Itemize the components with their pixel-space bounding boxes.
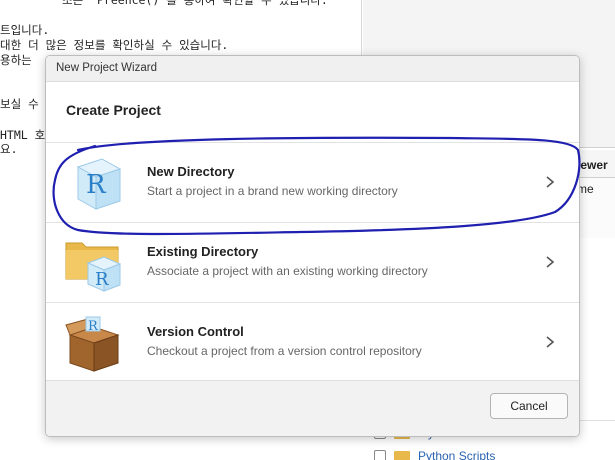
svg-text:R: R <box>95 269 109 290</box>
new-project-wizard-dialog: New Project Wizard Create Project R New … <box>45 55 580 437</box>
option-description: Start a project in a brand new working d… <box>147 184 398 198</box>
dialog-header: Create Project <box>66 102 161 118</box>
console-line: 요. <box>0 142 18 156</box>
dialog-footer: Cancel <box>46 380 579 436</box>
chevron-right-icon <box>546 256 555 268</box>
project-type-list: R New Directory Start a project in a bra… <box>46 142 579 382</box>
svg-text:R: R <box>86 170 107 200</box>
chevron-right-icon <box>546 336 555 348</box>
dialog-title: New Project Wizard <box>46 56 579 82</box>
file-name[interactable]: Python Scripts <box>418 449 495 460</box>
folder-icon <box>394 450 410 460</box>
option-new-directory[interactable]: R New Directory Start a project in a bra… <box>46 142 579 222</box>
console-line: 대한 더 많은 정보를 확인하실 수 있습니다. <box>0 38 229 52</box>
option-existing-directory[interactable]: R Existing Directory Associate a project… <box>46 222 579 302</box>
option-description: Checkout a project from a version contro… <box>147 344 422 358</box>
option-description: Associate a project with an existing wor… <box>147 264 428 278</box>
viewer-toolbar-label: me <box>577 178 615 238</box>
option-version-control[interactable]: R Version Control Checkout a project fro… <box>46 302 579 382</box>
folder-r-cube-icon: R <box>65 242 122 292</box>
console-line: 용하는 <box>0 53 32 67</box>
file-checkbox[interactable] <box>374 450 386 460</box>
console-line: 트입니다. <box>0 23 50 37</box>
r-cube-icon: R <box>76 158 122 210</box>
list-item[interactable]: Python Scripts <box>374 449 495 460</box>
tab-viewer[interactable]: iewer <box>577 150 615 178</box>
console-line: 조는 `Preence()`를 통하여 확인할 수 있습니다. <box>62 0 328 7</box>
option-title: New Directory <box>147 164 235 179</box>
cancel-button[interactable]: Cancel <box>490 393 568 419</box>
console-line: 보실 수 <box>0 97 39 111</box>
option-title: Version Control <box>147 324 244 339</box>
box-r-icon: R <box>65 316 120 372</box>
option-title: Existing Directory <box>147 244 259 259</box>
chevron-right-icon <box>546 176 555 188</box>
svg-text:R: R <box>88 319 99 334</box>
